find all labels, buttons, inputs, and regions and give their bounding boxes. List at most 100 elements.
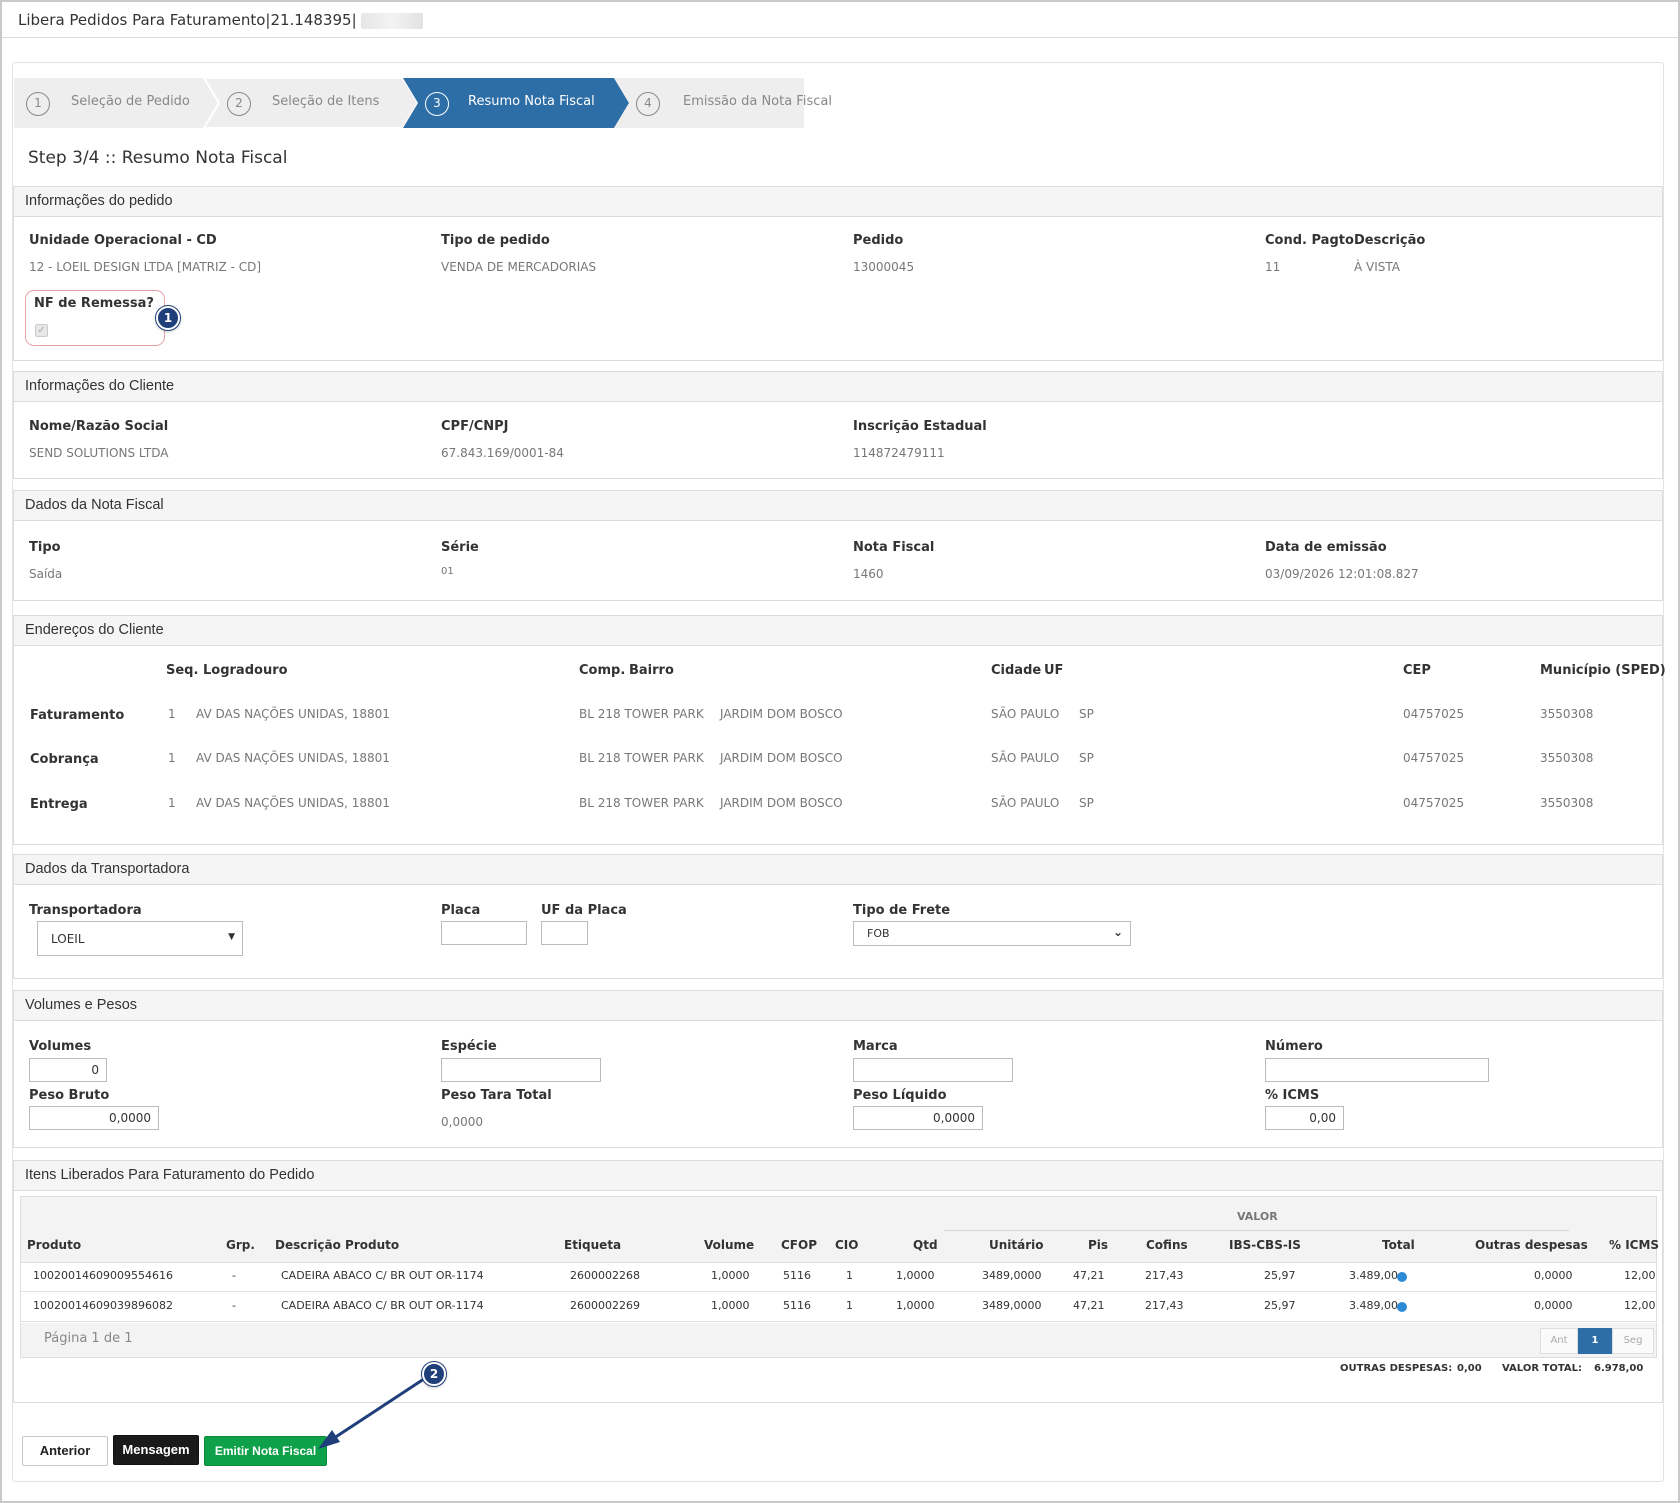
col-uf: UF — [1044, 663, 1064, 678]
cell-pis: 47,21 — [1073, 1299, 1105, 1312]
col-descricao: Descrição Produto — [275, 1238, 400, 1252]
cell-produto: 10020014609039896082 — [33, 1299, 173, 1312]
pagination-next[interactable]: Seg — [1612, 1328, 1654, 1354]
col-grp: Grp. — [226, 1238, 255, 1252]
window-title: Libera Pedidos Para Faturamento|21.14839… — [18, 11, 423, 29]
nf-value: 1460 — [853, 567, 884, 581]
pagination-current[interactable]: 1 — [1578, 1328, 1612, 1354]
data-emissao-value: 03/09/2026 12:01:08.827 — [1265, 567, 1419, 581]
data-emissao-label: Data de emissão — [1265, 540, 1387, 555]
cell-pis: 47,21 — [1073, 1269, 1105, 1282]
unidade-value: 12 - LOEIL DESIGN LTDA [MATRIZ - CD] — [29, 260, 262, 274]
cell-descricao: CADEIRA ABACO C/ BR OUT OR-1174 — [281, 1269, 484, 1282]
uf-placa-input[interactable] — [541, 921, 588, 945]
transportadora-select[interactable]: LOEIL ▼ — [37, 921, 243, 956]
numero-input[interactable] — [1265, 1058, 1489, 1082]
address-cidade: SÃO PAULO — [991, 707, 1060, 721]
peso-liquido-input[interactable]: 0,0000 — [853, 1106, 983, 1130]
pagination-prev[interactable]: Ant — [1540, 1328, 1578, 1354]
col-unitario: Unitário — [989, 1238, 1044, 1252]
volumes-input[interactable]: 0 — [29, 1058, 107, 1082]
cell-grp: - — [232, 1299, 236, 1312]
address-uf: SP — [1079, 751, 1094, 765]
icms-input[interactable]: 0,00 — [1265, 1106, 1344, 1130]
col-seq: Seq. — [166, 663, 199, 678]
marca-label: Marca — [853, 1039, 898, 1054]
placa-label: Placa — [441, 903, 481, 918]
items-grid: VALOR — [20, 1196, 1657, 1322]
step-label-2: Seleção de Itens — [272, 94, 380, 109]
remessa-checkbox[interactable]: ✓ — [35, 324, 48, 337]
col-total: Total — [1382, 1238, 1415, 1252]
outras-despesas-label: OUTRAS DESPESAS: — [1340, 1363, 1453, 1374]
wizard-step-4[interactable]: 4 Emissão da Nota Fiscal — [629, 78, 832, 128]
cell-volume: 1,0000 — [711, 1299, 750, 1312]
cell-cio: 1 — [846, 1299, 853, 1312]
cell-descricao: CADEIRA ABACO C/ BR OUT OR-1174 — [281, 1299, 484, 1312]
valor-total-value: 6.978,00 — [1594, 1363, 1644, 1374]
col-cep: CEP — [1403, 663, 1431, 678]
cell-etiqueta: 2600002268 — [570, 1269, 640, 1282]
callout-badge-1: 1 — [156, 306, 180, 330]
pedido-label: Pedido — [853, 233, 904, 248]
info-dot-icon[interactable] — [1397, 1272, 1407, 1282]
cell-unitario: 3489,0000 — [982, 1269, 1042, 1282]
cell-cfop: 5116 — [783, 1269, 811, 1282]
address-municipio: 3550308 — [1540, 796, 1594, 810]
cell-volume: 1,0000 — [711, 1269, 750, 1282]
peso-bruto-label: Peso Bruto — [29, 1088, 110, 1103]
anterior-button[interactable]: Anterior — [22, 1436, 108, 1466]
unidade-label: Unidade Operacional - CD — [29, 233, 217, 248]
table-row[interactable] — [21, 1293, 1656, 1322]
cpf-label: CPF/CNPJ — [441, 419, 509, 434]
cpf-value: 67.843.169/0001-84 — [441, 446, 564, 460]
cell-total: 3.489,00 — [1349, 1269, 1398, 1282]
col-icms: % ICMS — [1609, 1238, 1660, 1252]
mensagem-button[interactable]: Mensagem — [113, 1435, 199, 1465]
peso-liquido-label: Peso Líquido — [853, 1088, 947, 1103]
outras-despesas-value: 0,00 — [1457, 1363, 1482, 1374]
transportadora-label: Transportadora — [29, 903, 142, 918]
tipo-pedido-value: VENDA DE MERCADORIAS — [441, 260, 597, 274]
col-cofins: Cofins — [1146, 1238, 1188, 1252]
cell-cfop: 5116 — [783, 1299, 811, 1312]
col-pis: Pis — [1088, 1238, 1109, 1252]
wizard-step-2[interactable]: 2 Seleção de Itens — [219, 78, 403, 128]
placa-input[interactable] — [441, 921, 527, 945]
address-municipio: 3550308 — [1540, 707, 1594, 721]
ie-value: 114872479111 — [853, 446, 945, 460]
descricao-label: Descrição — [1354, 233, 1426, 248]
volumes-label: Volumes — [29, 1039, 92, 1054]
col-qtd: Qtd — [913, 1238, 938, 1252]
marca-input[interactable] — [853, 1058, 1013, 1082]
col-logradouro: Logradouro — [203, 663, 288, 678]
cell-icms: 12,00 — [1624, 1299, 1656, 1312]
col-cio: CIO — [835, 1238, 859, 1252]
cell-unitario: 3489,0000 — [982, 1299, 1042, 1312]
tipo-nf-value: Saída — [29, 567, 63, 581]
wizard-step-1[interactable]: 1 Seleção de Pedido — [14, 78, 204, 128]
cell-etiqueta: 2600002269 — [570, 1299, 640, 1312]
cell-outras: 0,0000 — [1534, 1299, 1573, 1312]
panel-transportadora-header: Dados da Transportadora — [14, 855, 1662, 885]
caret-down-icon: ▼ — [228, 932, 235, 942]
callout-badge-2: 2 — [422, 1362, 446, 1386]
wizard-step-3[interactable]: 3 Resumo Nota Fiscal — [418, 78, 614, 128]
numero-label: Número — [1265, 1039, 1323, 1054]
info-dot-icon[interactable] — [1397, 1302, 1407, 1312]
address-cep: 04757025 — [1403, 707, 1465, 721]
nome-label: Nome/Razão Social — [29, 419, 169, 434]
title-bar: Libera Pedidos Para Faturamento|21.14839… — [2, 2, 1678, 38]
cell-total: 3.489,00 — [1349, 1299, 1398, 1312]
table-row[interactable] — [21, 1263, 1656, 1292]
tipo-frete-select[interactable]: FOB ⌄ — [853, 921, 1131, 946]
panel-transportadora: Dados da Transportadora — [13, 854, 1663, 979]
valor-total-label: VALOR TOTAL: — [1502, 1363, 1582, 1374]
tipo-nf-label: Tipo — [29, 540, 61, 555]
especie-input[interactable] — [441, 1058, 601, 1082]
serie-label: Série — [441, 540, 479, 555]
address-comp: BL 218 TOWER PARK — [579, 796, 704, 810]
panel-nota-header: Dados da Nota Fiscal — [14, 491, 1662, 521]
peso-bruto-input[interactable]: 0,0000 — [29, 1106, 159, 1130]
cell-cofins: 217,43 — [1145, 1299, 1184, 1312]
